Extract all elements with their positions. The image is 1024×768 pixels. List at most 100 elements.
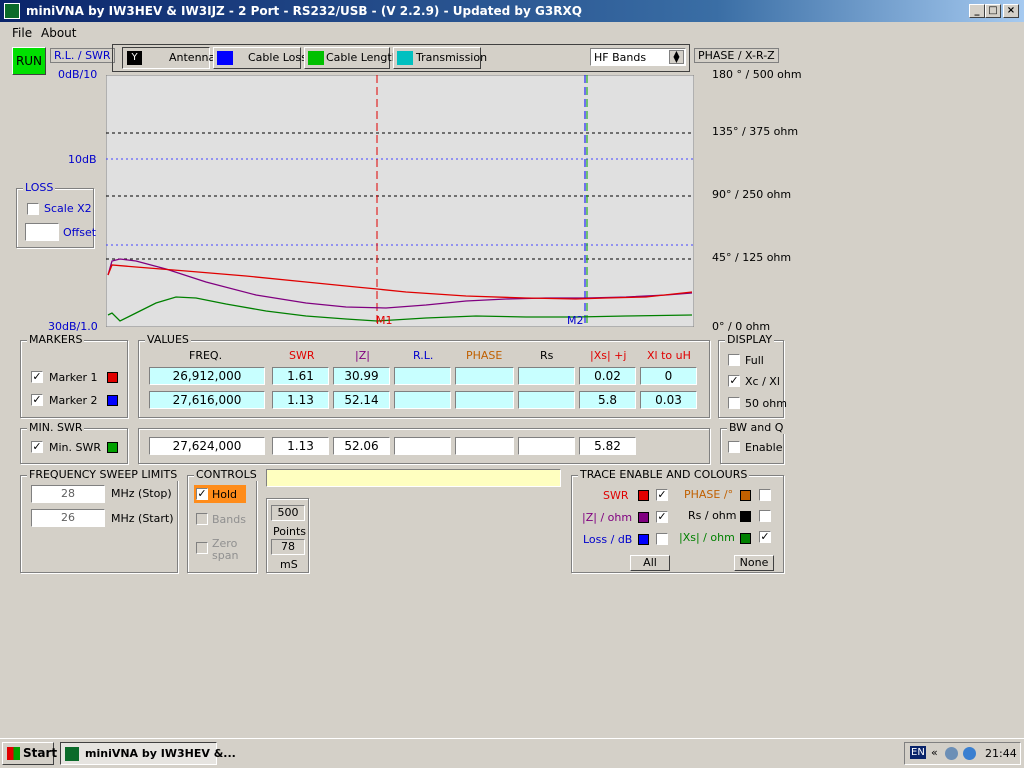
m1-rl (394, 367, 451, 385)
rl-swr-label: R.L. / SWR (50, 48, 115, 63)
offset-input[interactable] (25, 223, 59, 241)
tray-icon[interactable] (945, 747, 958, 760)
right-axis-label: 135° / 375 ohm (712, 125, 799, 138)
xc-xl-checkbox[interactable]: ✓ (728, 375, 740, 387)
right-axis-label: 90° / 250 ohm (712, 188, 792, 201)
xc-xl-label: Xc / Xl (745, 375, 780, 388)
trace-rs-color[interactable] (740, 511, 751, 522)
start-button[interactable]: Start (2, 742, 57, 765)
cable-length-button[interactable]: Cable Length (304, 47, 399, 69)
min-swr-rs (518, 437, 575, 455)
trace-z-label: |Z| / ohm (582, 511, 633, 524)
transmission-button[interactable]: Transmission (393, 47, 487, 69)
status-field (266, 469, 561, 487)
bands-checkbox[interactable] (196, 513, 208, 525)
taskbar-app-button[interactable]: miniVNA by IW3HEV &... (60, 742, 236, 765)
close-button[interactable]: × (1003, 4, 1019, 18)
bw-q-enable-checkbox[interactable] (728, 441, 740, 453)
min-swr-color[interactable] (107, 442, 118, 453)
trace-phase-checkbox[interactable] (759, 489, 771, 501)
maximize-button[interactable]: □ (985, 4, 1001, 18)
trace-none-button[interactable]: None (734, 555, 774, 571)
loss-group: LOSS Scale X2 Offset (16, 181, 96, 248)
min-swr-freq: 27,624,000 (149, 437, 265, 455)
min-swr-swr: 1.13 (272, 437, 329, 455)
stop-freq-input[interactable]: 28 (31, 485, 105, 503)
points-value[interactable]: 500 (271, 505, 305, 521)
vna-plot[interactable]: M1 M2 (106, 75, 694, 327)
window-title: miniVNA by IW3HEV & IW3IJZ - 2 Port - RS… (26, 4, 582, 18)
min-swr-group: MIN. SWR ✓ Min. SWR (20, 421, 128, 464)
trace-z-color[interactable] (638, 512, 649, 523)
bands-label: Bands (212, 513, 246, 526)
marker-1-color[interactable] (107, 372, 118, 383)
full-checkbox[interactable] (728, 354, 740, 366)
ms-value[interactable]: 78 (271, 539, 305, 555)
marker-2-checkbox[interactable]: ✓ (31, 394, 43, 406)
zero-span-checkbox[interactable] (196, 542, 208, 554)
title-bar: miniVNA by IW3HEV & IW3IJZ - 2 Port - RS… (0, 0, 1024, 22)
right-axis-label: 0° / 0 ohm (712, 320, 771, 333)
trace-z-checkbox[interactable]: ✓ (656, 511, 668, 523)
m1-swr: 1.61 (272, 367, 329, 385)
minimize-button[interactable]: _ (969, 4, 985, 18)
markers-group: MARKERS ✓ Marker 1 ✓ Marker 2 (20, 333, 128, 418)
tray-expand-icon[interactable]: « (931, 746, 938, 759)
trace-loss-label: Loss / dB (583, 533, 633, 546)
m2-z: 52.14 (333, 391, 390, 409)
min-swr-phase (455, 437, 514, 455)
hold-toggle[interactable]: ✓ Hold (194, 485, 246, 503)
left-axis-mid: 10dB (68, 153, 97, 166)
points-label: Points (273, 525, 307, 538)
header-phase: PHASE (466, 349, 503, 362)
taskbar: Start miniVNA by IW3HEV &... EN « 21:44 (0, 738, 1024, 768)
m1-freq: 26,912,000 (149, 367, 265, 385)
trace-swr-label: SWR (603, 489, 629, 502)
cable-loss-button[interactable]: Cable Loss (213, 47, 307, 69)
spinner-icon[interactable]: ▲ ▼ (669, 50, 684, 64)
trace-swr-checkbox[interactable]: ✓ (656, 489, 668, 501)
scale-x2-label: Scale X2 (44, 202, 92, 215)
header-xs: |Xs| +j (590, 349, 627, 362)
trace-all-button[interactable]: All (630, 555, 670, 571)
marker-1-label: Marker 1 (49, 371, 98, 384)
header-rl: R.L. (413, 349, 434, 362)
header-freq: FREQ. (189, 349, 223, 362)
m2-rs (518, 391, 575, 409)
menu-bar: File About (0, 22, 1024, 42)
scale-x2-checkbox[interactable] (27, 203, 39, 215)
marker-1-checkbox[interactable]: ✓ (31, 371, 43, 383)
trace-xs-checkbox[interactable]: ✓ (759, 531, 771, 543)
trace-rs-label: Rs / ohm (688, 509, 737, 522)
menu-file[interactable]: File (12, 26, 32, 40)
menu-about[interactable]: About (41, 26, 76, 40)
trace-swr-color[interactable] (638, 490, 649, 501)
trace-phase-color[interactable] (740, 490, 751, 501)
span-label: span (212, 549, 239, 562)
min-swr-label: Min. SWR (49, 441, 102, 454)
language-indicator[interactable]: EN (910, 746, 926, 759)
trace-xs-color[interactable] (740, 533, 751, 544)
system-tray: EN « 21:44 (904, 742, 1021, 765)
trace-loss-checkbox[interactable] (656, 533, 668, 545)
trace-rs-checkbox[interactable] (759, 510, 771, 522)
phase-xrz-label: PHASE / X-R-Z (694, 48, 779, 63)
transmission-icon (397, 51, 413, 65)
trace-loss-color[interactable] (638, 534, 649, 545)
start-freq-input[interactable]: 26 (31, 509, 105, 527)
antenna-button[interactable]: Y Antenna (122, 47, 215, 69)
marker-2-color[interactable] (107, 395, 118, 406)
right-axis-label: 180 ° / 500 ohm (712, 68, 802, 81)
controls-group: CONTROLS ✓ Hold Bands Zero span (187, 468, 259, 573)
50-ohm-checkbox[interactable] (728, 397, 740, 409)
m2-swr: 1.13 (272, 391, 329, 409)
full-label: Full (745, 354, 764, 367)
band-select[interactable]: HF Bands ▲ ▼ (590, 48, 686, 66)
m2-freq: 27,616,000 (149, 391, 265, 409)
bw-q-enable-label: Enable (745, 441, 783, 454)
header-rs: Rs (540, 349, 554, 362)
min-swr-checkbox[interactable]: ✓ (31, 441, 43, 453)
run-button[interactable]: RUN (12, 47, 46, 75)
tray-icon[interactable] (963, 747, 976, 760)
header-xl-uh: Xl to uH (647, 349, 691, 362)
